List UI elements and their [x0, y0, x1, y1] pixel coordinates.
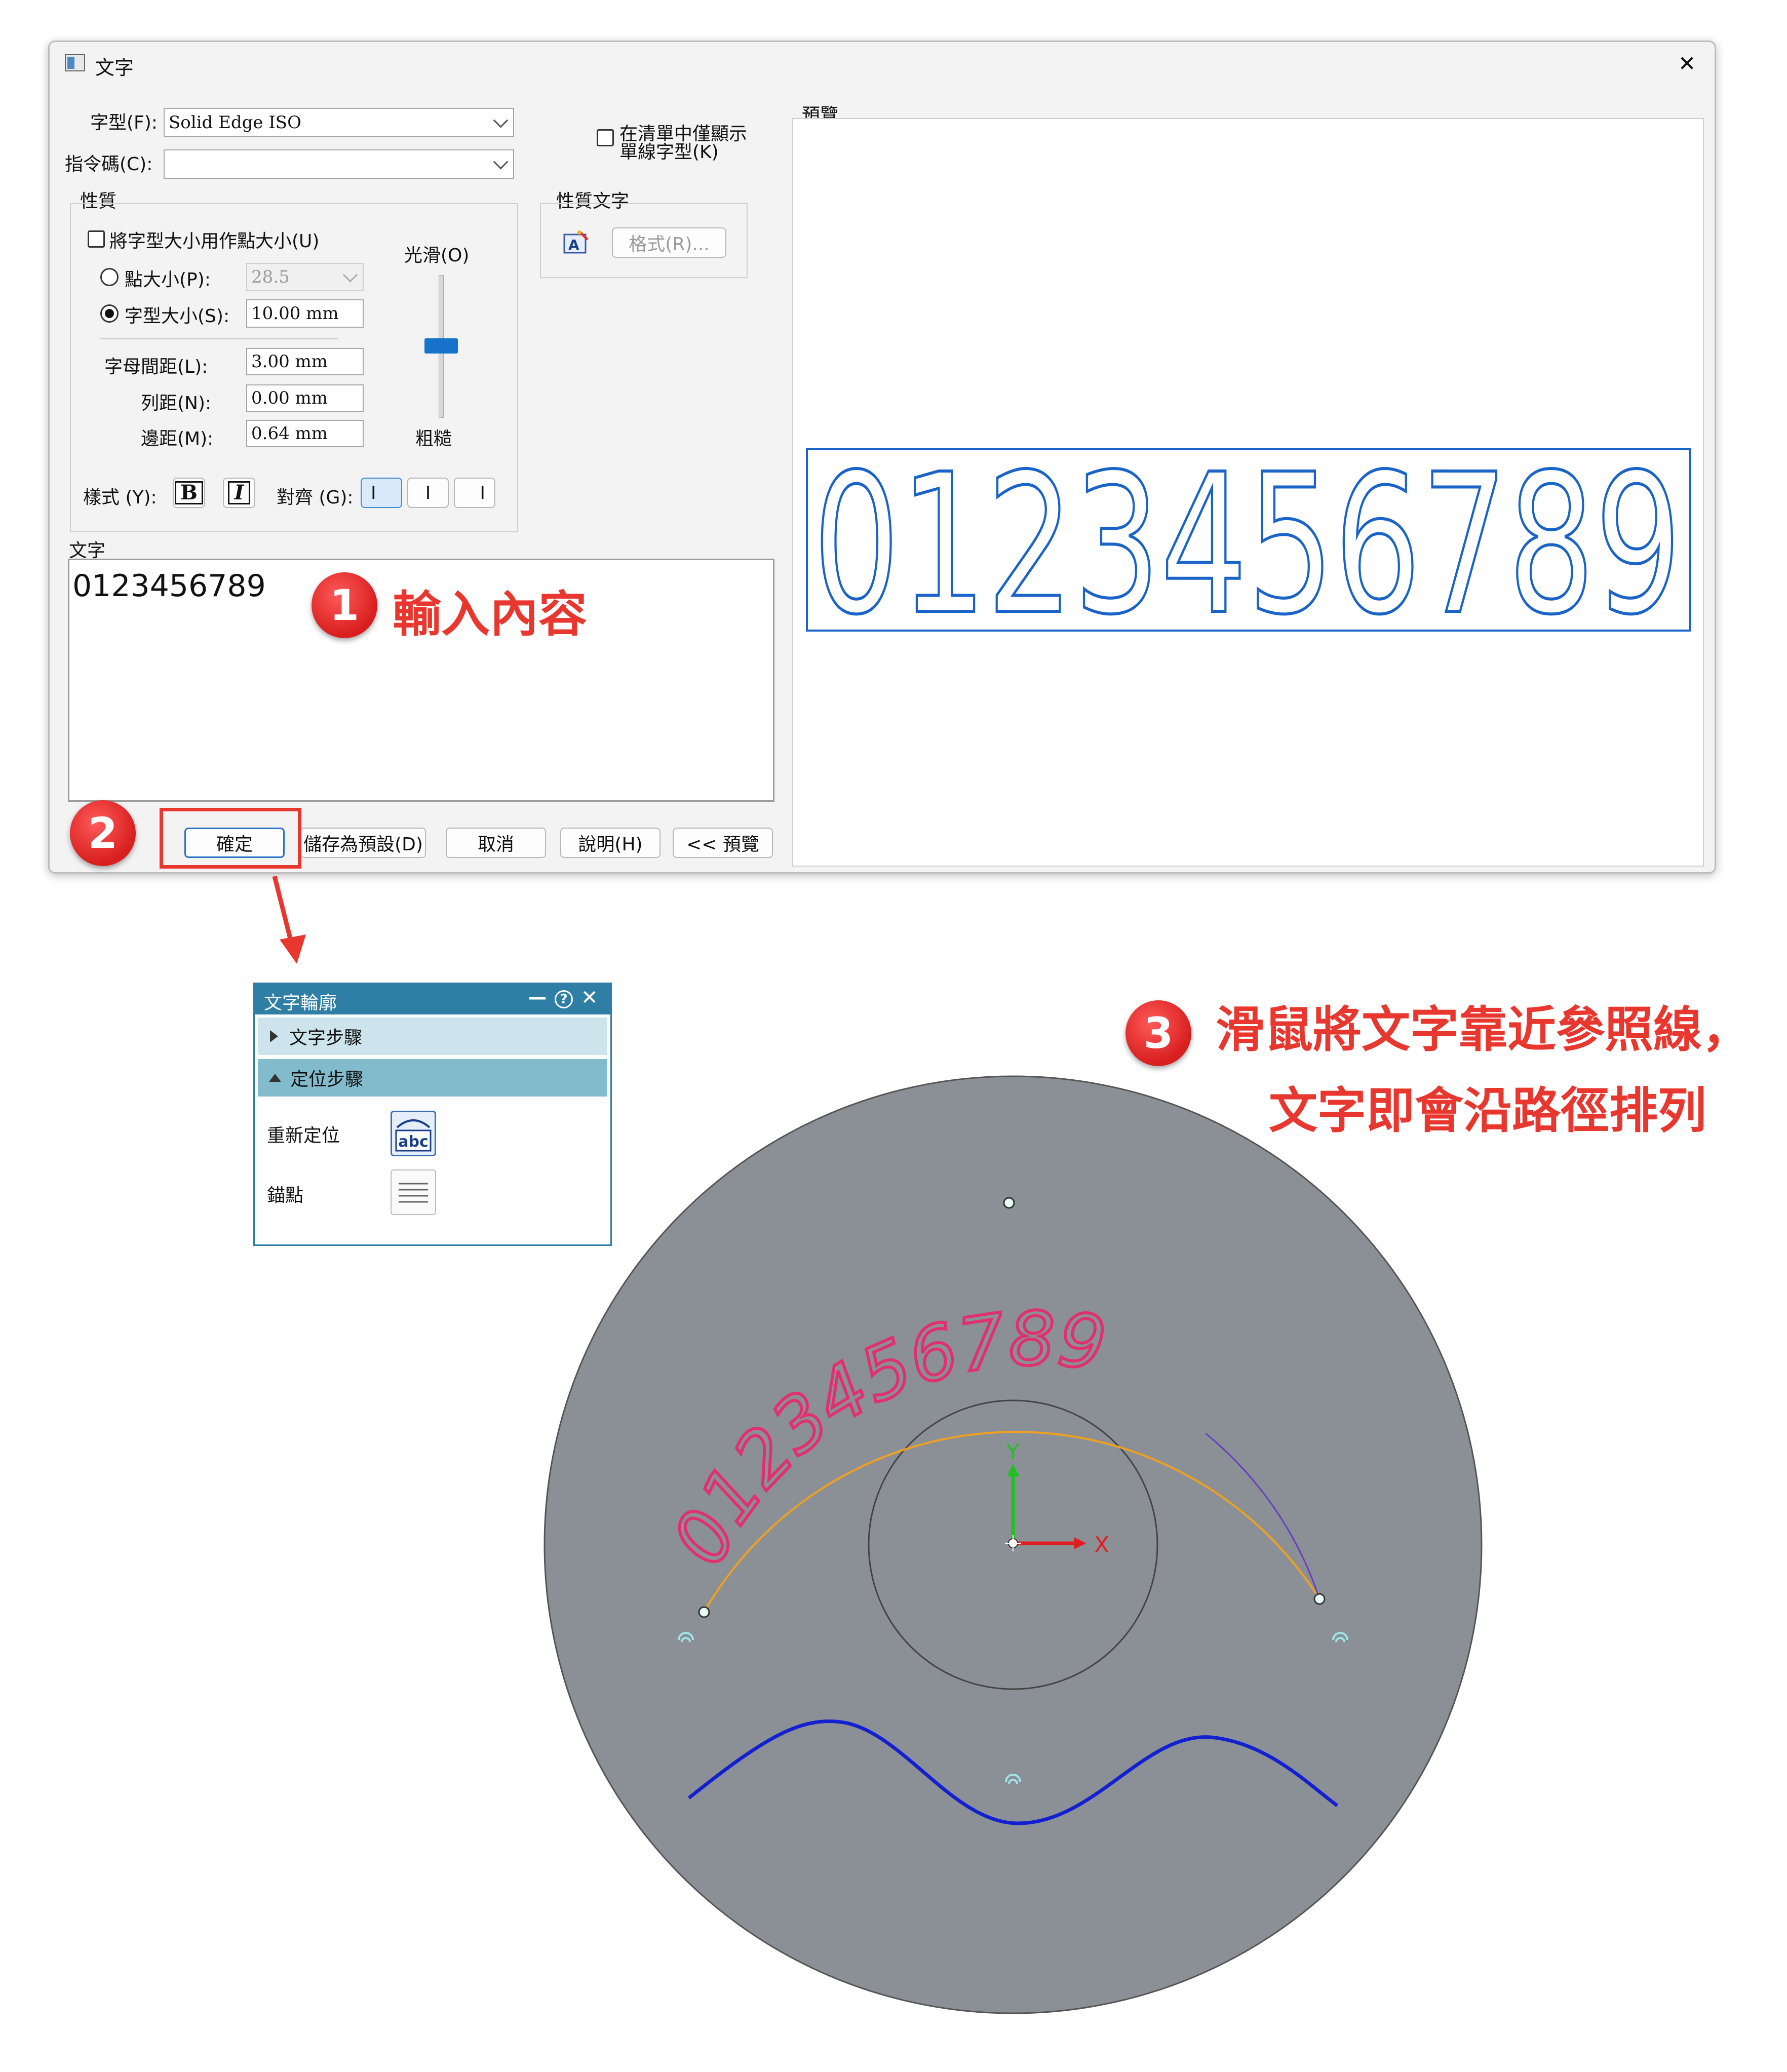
axis-x-label: X	[1094, 1532, 1109, 1558]
panel-title: 文字輪廓	[264, 993, 337, 1013]
close-icon[interactable]: ✕	[581, 986, 598, 1009]
chevron-down-icon	[493, 154, 509, 170]
cancel-button[interactable]: 取消	[446, 828, 546, 858]
codepage-select[interactable]	[164, 149, 514, 179]
align-right-button[interactable]: I	[454, 478, 495, 508]
format-button[interactable]: 格式(R)...	[612, 227, 726, 258]
font-select[interactable]: Solid Edge ISO	[164, 108, 514, 137]
smoothness-slider-thumb[interactable]	[424, 338, 458, 354]
use-font-size-as-point-label: 將字型大小用作點大小(U)	[109, 231, 320, 252]
point-size-value: 28.5	[251, 267, 290, 287]
svg-text:A: A	[568, 237, 579, 253]
font-size-input[interactable]: 10.00 mm	[246, 299, 364, 328]
arc-end-handle[interactable]	[1313, 1593, 1326, 1605]
font-size-label: 字型大小(S):	[125, 306, 230, 327]
italic-button[interactable]: I	[223, 478, 255, 508]
align-center-glyph: I	[425, 482, 431, 503]
cad-canvas: 0123456789 X Y	[543, 1075, 1483, 2014]
anchor-icon[interactable]	[391, 1169, 436, 1215]
ok-button-highlight	[160, 808, 301, 869]
help-glyph: ?	[560, 992, 568, 1007]
chevron-down-icon	[342, 267, 358, 283]
expanded-triangle-icon	[269, 1074, 281, 1082]
italic-glyph: I	[227, 481, 251, 504]
style-label: 樣式 (Y):	[83, 487, 157, 508]
step-position-label: 定位步驟	[290, 1069, 364, 1090]
margin-label: 邊距(M):	[141, 428, 214, 449]
arc-mid-handle[interactable]	[1003, 1197, 1015, 1209]
align-right-glyph: I	[480, 482, 485, 503]
axis-y-label: Y	[1006, 1440, 1019, 1464]
reposition-label: 重新定位	[267, 1125, 340, 1146]
line-spacing-label: 列距(N):	[141, 393, 212, 414]
font-select-value: Solid Edge ISO	[169, 112, 301, 133]
point-size-radio[interactable]	[100, 268, 119, 286]
dialog-title: 文字	[95, 57, 134, 79]
smooth-label: 光滑(O)	[404, 245, 470, 266]
preview-toggle-button[interactable]: << 預覽	[673, 828, 773, 858]
preview-pane: 0123456789	[792, 118, 1704, 867]
collapsed-triangle-icon	[270, 1030, 278, 1042]
bold-glyph: B	[175, 481, 203, 504]
close-icon[interactable]: ✕	[1678, 51, 1696, 76]
dialog-icon	[65, 54, 85, 71]
property-text-icon[interactable]: A	[562, 229, 591, 256]
preview-text-frame: 0123456789	[806, 431, 1691, 658]
properties-divider	[100, 338, 338, 339]
margin-input[interactable]: 0.64 mm	[246, 420, 364, 447]
bold-button[interactable]: B	[173, 478, 205, 508]
abc-icon-text: abc	[398, 1133, 429, 1151]
minimize-icon[interactable]: —	[528, 987, 547, 1008]
reposition-abc-icon[interactable]: abc	[391, 1111, 436, 1156]
align-center-button[interactable]: I	[407, 478, 449, 508]
line-spacing-input[interactable]: 0.00 mm	[246, 384, 364, 412]
single-line-fonts-checkbox[interactable]	[597, 129, 614, 146]
point-size-select[interactable]: 28.5	[246, 263, 364, 291]
use-font-size-as-point-checkbox[interactable]	[88, 230, 105, 248]
help-icon[interactable]: ?	[555, 990, 573, 1008]
rough-label: 粗糙	[415, 428, 452, 449]
char-spacing-label: 字母間距(L):	[104, 357, 208, 377]
help-button[interactable]: 說明(H)	[560, 828, 661, 858]
step-text-label: 文字步驟	[289, 1028, 363, 1048]
point-size-label: 點大小(P):	[125, 269, 211, 290]
arc-start-handle[interactable]	[698, 1606, 710, 1618]
char-spacing-input[interactable]: 3.00 mm	[246, 348, 364, 375]
single-line-fonts-label-2: 單線字型(K)	[619, 142, 719, 163]
align-label: 對齊 (G):	[277, 487, 354, 508]
codepage-label: 指令碼(C):	[65, 154, 153, 175]
anchor-label: 錨點	[267, 1185, 304, 1206]
step-2-arrow	[272, 875, 306, 964]
align-left-glyph: I	[371, 482, 376, 503]
preview-text-glyphs: 0123456789	[813, 450, 1682, 630]
step-2-badge: 2	[70, 800, 136, 866]
text-input-value: 0123456789	[72, 568, 266, 604]
font-label: 字型(F):	[90, 112, 158, 133]
preview-text: 0123456789	[811, 431, 1683, 658]
step-3-badge: 3	[1125, 1000, 1191, 1066]
text-dialog: 文字 ✕ 字型(F): Solid Edge ISO 指令碼(C): 在清單中僅…	[48, 41, 1716, 874]
panel-title-bar: 文字輪廓 — ? ✕	[255, 984, 610, 1014]
save-default-button[interactable]: 儲存為預設(D)	[300, 828, 426, 858]
step-3-label-line1: 滑鼠將文字靠近參照線，	[1216, 1001, 1751, 1058]
step-1-badge: 1	[312, 572, 377, 638]
font-size-radio[interactable]	[100, 304, 119, 323]
chevron-down-icon	[493, 112, 509, 128]
step-1-label: 輸入內容	[393, 586, 587, 643]
align-left-button[interactable]: I	[361, 478, 402, 508]
step-text-row[interactable]: 文字步驟	[258, 1018, 607, 1055]
